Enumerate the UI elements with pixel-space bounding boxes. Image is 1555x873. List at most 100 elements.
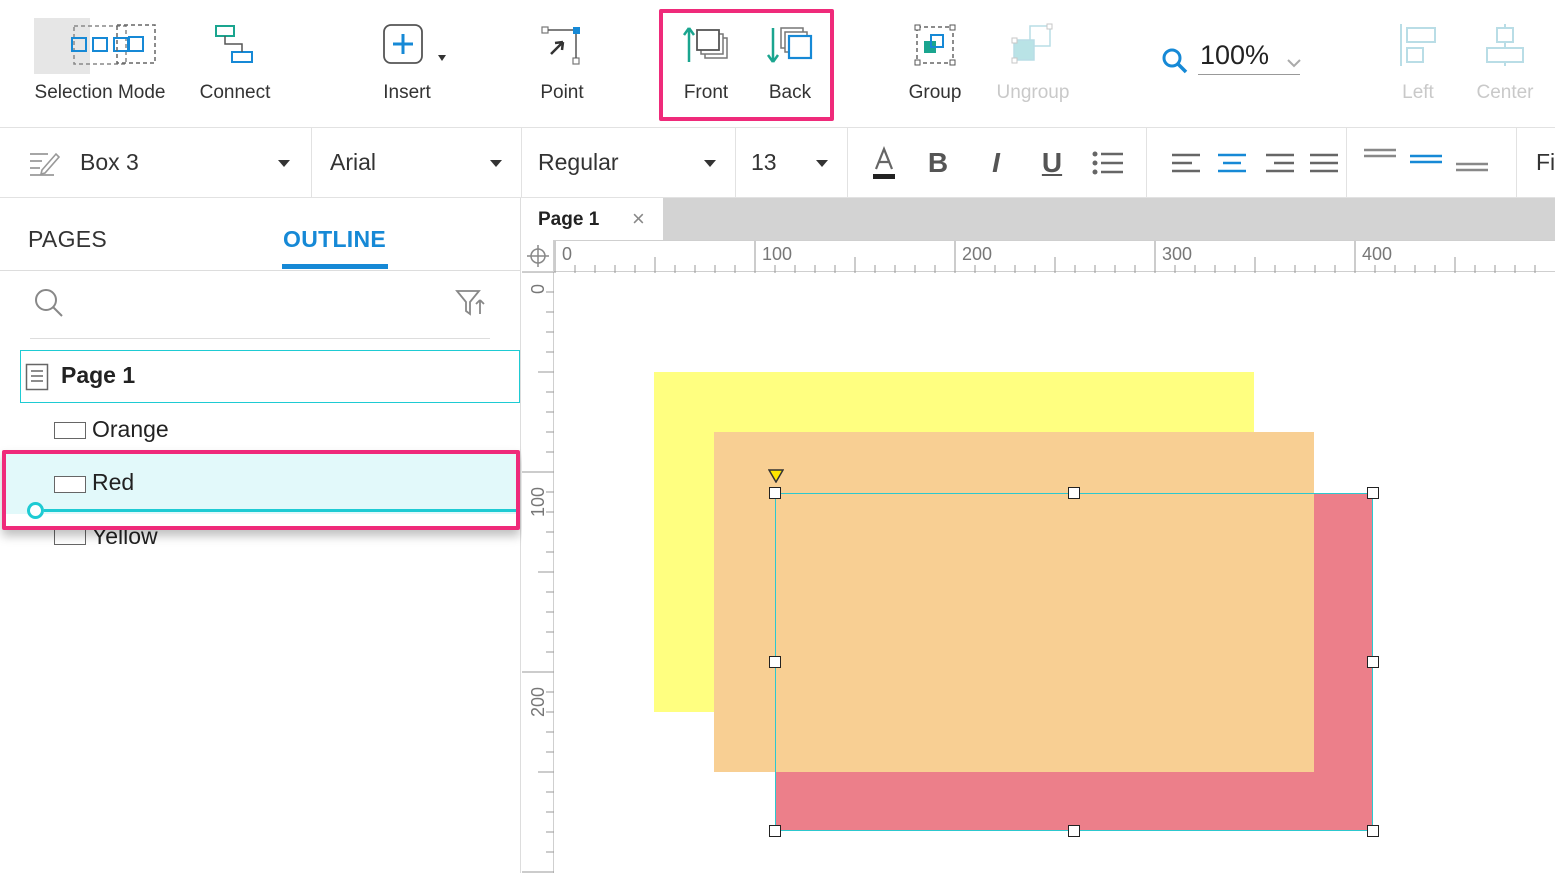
connect-icon bbox=[215, 25, 253, 63]
back-label: Back bbox=[768, 82, 812, 103]
divider bbox=[1516, 128, 1517, 198]
insert-button[interactable]: Insert bbox=[362, 0, 452, 128]
main-toolbar: Selection Mode Connect Insert Point Fron… bbox=[0, 0, 1555, 128]
italic-icon: I bbox=[992, 147, 1000, 178]
plus-square-icon bbox=[383, 24, 446, 64]
resize-handle-bottom[interactable] bbox=[1068, 825, 1080, 837]
search-icon bbox=[1162, 48, 1188, 74]
ungroup-label: Ungroup bbox=[996, 82, 1070, 103]
bring-to-front-icon bbox=[682, 27, 728, 62]
point-label: Point bbox=[540, 82, 584, 103]
group-icon bbox=[914, 24, 956, 66]
align-text-right-icon bbox=[1266, 153, 1294, 173]
valign-top-button[interactable] bbox=[1362, 140, 1398, 176]
divider bbox=[1346, 128, 1347, 198]
tab-page-1-label: Page 1 bbox=[538, 209, 600, 230]
align-text-center-icon bbox=[1218, 153, 1246, 173]
align-text-justify-button[interactable] bbox=[1306, 145, 1342, 181]
bullet-list-button[interactable] bbox=[1090, 145, 1126, 181]
divider bbox=[1146, 128, 1147, 198]
resize-handle-top-left[interactable] bbox=[769, 487, 781, 499]
underline-button[interactable]: U bbox=[1034, 145, 1070, 181]
resize-handle-top-right[interactable] bbox=[1367, 487, 1379, 499]
point-button[interactable]: Point bbox=[520, 0, 604, 128]
send-to-back-icon bbox=[766, 27, 813, 63]
chevron-down-icon bbox=[278, 160, 290, 167]
align-center-button[interactable]: Center bbox=[1466, 0, 1544, 128]
font-family-dropdown[interactable]: Arial bbox=[312, 128, 522, 198]
design-canvas[interactable] bbox=[554, 273, 1555, 873]
chevron-down-icon bbox=[490, 160, 502, 167]
align-left-button[interactable]: Left bbox=[1384, 0, 1452, 128]
chevron-down-icon bbox=[816, 160, 828, 167]
intersect-mode-button[interactable] bbox=[108, 0, 164, 128]
font-color-button[interactable] bbox=[866, 145, 902, 181]
align-text-right-button[interactable] bbox=[1262, 145, 1298, 181]
ruler-label: 200 bbox=[528, 686, 548, 717]
filter-icon[interactable] bbox=[455, 288, 487, 318]
back-button[interactable]: Back bbox=[752, 0, 828, 128]
ruler-origin-button[interactable] bbox=[522, 240, 554, 272]
align-center-label: Center bbox=[1476, 82, 1534, 103]
valign-middle-button[interactable] bbox=[1408, 140, 1444, 176]
page-tab-bar: Page 1 × bbox=[522, 198, 1555, 240]
font-size-dropdown[interactable]: 13 bbox=[736, 128, 848, 198]
group-button[interactable]: Group bbox=[898, 0, 972, 128]
horizontal-ruler-ticks bbox=[554, 241, 1536, 273]
font-size-value: 13 bbox=[751, 149, 777, 175]
ungroup-button[interactable]: Ungroup bbox=[990, 0, 1076, 128]
outline-page-label: Page 1 bbox=[61, 362, 136, 388]
drop-indicator-line bbox=[44, 509, 518, 512]
outline-item-red[interactable]: Red bbox=[6, 454, 518, 514]
page-icon bbox=[25, 363, 49, 391]
bold-button[interactable]: B bbox=[920, 145, 956, 181]
fill-label-partial[interactable]: Fi bbox=[1536, 149, 1555, 176]
resize-handle-right[interactable] bbox=[1367, 656, 1379, 668]
ruler-label: 300 bbox=[1162, 244, 1193, 264]
close-icon[interactable]: × bbox=[632, 206, 645, 232]
tab-page-1[interactable]: Page 1 × bbox=[522, 198, 663, 240]
shape-name-value: Box 3 bbox=[80, 149, 139, 175]
left-panel: PAGES OUTLINE Page 1 Orange Red Yellow bbox=[0, 198, 521, 873]
rotation-handle-icon[interactable] bbox=[768, 469, 784, 483]
rectangle-icon bbox=[54, 528, 86, 545]
front-button[interactable]: Front bbox=[670, 0, 742, 128]
resize-handle-bottom-left[interactable] bbox=[769, 825, 781, 837]
align-text-left-icon bbox=[1172, 153, 1200, 173]
front-label: Front bbox=[683, 82, 729, 103]
align-text-center-button[interactable] bbox=[1214, 145, 1250, 181]
zoom-underline bbox=[1198, 74, 1300, 75]
search-underline bbox=[30, 338, 490, 339]
valign-bottom-button[interactable] bbox=[1454, 140, 1490, 176]
outline-item-label: Red bbox=[92, 469, 135, 495]
ruler-label: 0 bbox=[562, 244, 573, 264]
font-weight-value: Regular bbox=[538, 149, 619, 175]
ruler-label: 100 bbox=[528, 486, 548, 517]
italic-button[interactable]: I bbox=[978, 145, 1014, 181]
connect-button[interactable]: Connect bbox=[190, 0, 280, 128]
outline-item-orange[interactable]: Orange bbox=[0, 403, 521, 457]
ungroup-icon bbox=[1011, 23, 1053, 64]
shape-name-dropdown[interactable]: Box 3 bbox=[0, 128, 312, 198]
outline-page-row[interactable]: Page 1 bbox=[20, 350, 520, 403]
tab-outline[interactable]: OUTLINE bbox=[283, 226, 386, 253]
active-tab-indicator bbox=[282, 264, 388, 269]
resize-handle-left[interactable] bbox=[769, 656, 781, 668]
outline-item-yellow[interactable]: Yellow bbox=[0, 511, 521, 551]
bold-icon: B bbox=[927, 147, 949, 178]
horizontal-ruler: 0 100 200 300 400 bbox=[522, 240, 1555, 273]
search-icon[interactable] bbox=[33, 287, 65, 319]
shape-orange-box[interactable] bbox=[714, 432, 1314, 772]
underline-icon: U bbox=[1041, 147, 1063, 178]
outline-item-label: Yellow bbox=[92, 523, 158, 549]
zoom-dropdown[interactable]: 100% bbox=[1160, 38, 1305, 78]
zoom-value: 100% bbox=[1200, 40, 1270, 70]
outline-item-label: Orange bbox=[92, 416, 169, 442]
align-text-justify-icon bbox=[1310, 153, 1338, 173]
tab-pages[interactable]: PAGES bbox=[28, 226, 107, 253]
font-weight-dropdown[interactable]: Regular bbox=[522, 128, 736, 198]
resize-handle-bottom-right[interactable] bbox=[1367, 825, 1379, 837]
align-center-icon bbox=[1486, 24, 1524, 66]
resize-handle-top[interactable] bbox=[1068, 487, 1080, 499]
align-text-left-button[interactable] bbox=[1168, 145, 1204, 181]
